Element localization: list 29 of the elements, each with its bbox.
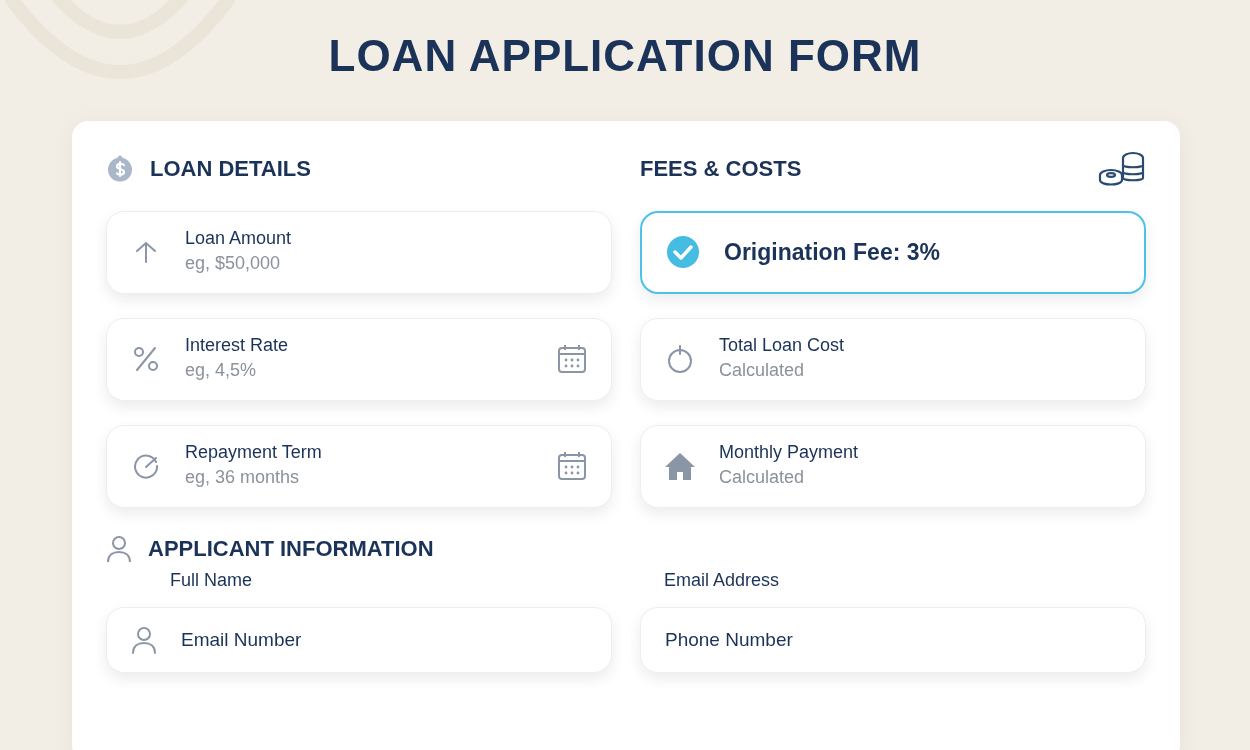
input-field[interactable]: Phone Number: [665, 626, 925, 655]
form-title: LOAN APPLICATION FORM: [328, 30, 922, 82]
input-field[interactable]: Calculated: [719, 463, 979, 491]
input-field[interactable]: Email Number: [181, 626, 441, 655]
input-field[interactable]: eg, 36 months: [185, 463, 445, 491]
section-heading: LOAN DETAILS: [150, 155, 311, 184]
section-heading: FEES & COSTS: [640, 155, 802, 184]
field-label: Repayment Term: [185, 442, 323, 464]
gauge-icon: [132, 452, 160, 481]
input-field[interactable]: eg, 4,5%: [185, 356, 445, 384]
percent-icon: [132, 345, 160, 374]
input-field[interactable]: eg, $50,000: [185, 249, 445, 277]
person-icon: [106, 534, 132, 563]
field-label: Total Loan Cost: [719, 335, 846, 357]
dollar-icon: [106, 153, 134, 184]
field-label: Loan Amount: [185, 228, 293, 250]
house-icon: [664, 451, 696, 482]
field-label: Full Name: [169, 569, 254, 592]
input-field[interactable]: Calculated: [719, 356, 979, 384]
coins-icon: [1098, 150, 1146, 187]
field-label: Email Address: [663, 569, 781, 592]
timer-icon: [666, 344, 694, 375]
fee-text: Origination Fee: 3%: [724, 238, 940, 268]
arrow-up-icon: [133, 239, 159, 266]
section-heading: APPLICANT INFORMATION: [148, 535, 434, 564]
field-label: Interest Rate: [185, 335, 290, 357]
field-label: Monthly Payment: [719, 442, 860, 464]
person-icon: [131, 626, 157, 655]
check-circle-icon[interactable]: [666, 235, 700, 270]
